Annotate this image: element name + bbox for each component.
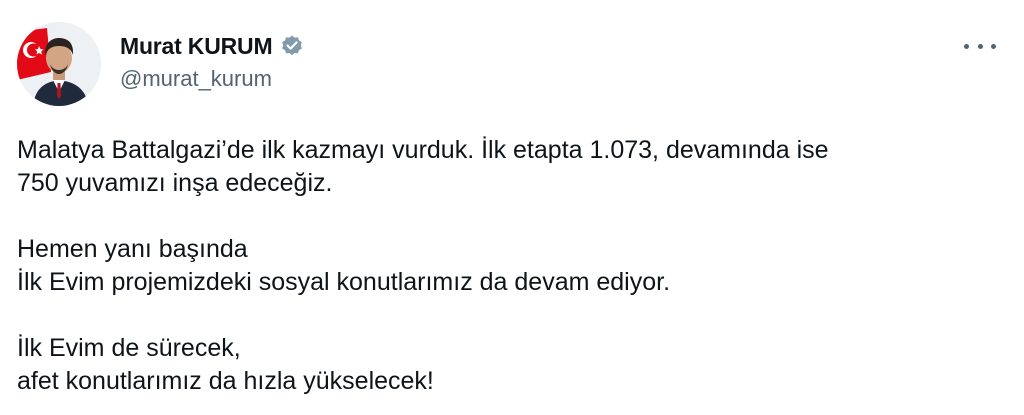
tweet-line: İlk Evim projemizdeki sosyal konutlarımı… bbox=[17, 268, 671, 296]
more-options-icon bbox=[964, 43, 969, 49]
tweet-line: Malatya Battalgazi’de ilk kazmayı vurduk… bbox=[17, 136, 829, 164]
more-options-icon-dot bbox=[977, 43, 983, 49]
tweet-line: İlk Evim de sürecek, bbox=[17, 334, 241, 362]
tweet-line: Hemen yanı başında bbox=[17, 235, 248, 263]
author-handle[interactable]: @murat_kurum bbox=[120, 66, 304, 92]
verified-badge-icon bbox=[280, 34, 304, 58]
author-avatar[interactable] bbox=[17, 22, 101, 106]
tweet-paragraph: Malatya Battalgazi’de ilk kazmayı vurduk… bbox=[17, 134, 1007, 200]
tweet-paragraph: Hemen yanı başında İlk Evim projemizdeki… bbox=[17, 233, 1007, 299]
tweet-card: Murat KURUM @murat_kurum Malatya Battalg… bbox=[0, 0, 1024, 415]
more-options-icon-dot bbox=[991, 43, 996, 49]
tweet-line: afet konutlarımız da hızla yükselecek! bbox=[17, 367, 434, 395]
name-row: Murat KURUM bbox=[120, 30, 304, 62]
author-display-name[interactable]: Murat KURUM bbox=[120, 33, 273, 60]
tweet-header: Murat KURUM @murat_kurum bbox=[120, 30, 304, 92]
profile-photo bbox=[17, 22, 101, 106]
more-options-button[interactable] bbox=[964, 36, 996, 56]
tweet-text: Malatya Battalgazi’de ilk kazmayı vurduk… bbox=[17, 134, 1007, 398]
tweet-line: 750 yuvamızı inşa edeceğiz. bbox=[17, 169, 333, 197]
tweet-paragraph: İlk Evim de sürecek, afet konutlarımız d… bbox=[17, 332, 1007, 398]
